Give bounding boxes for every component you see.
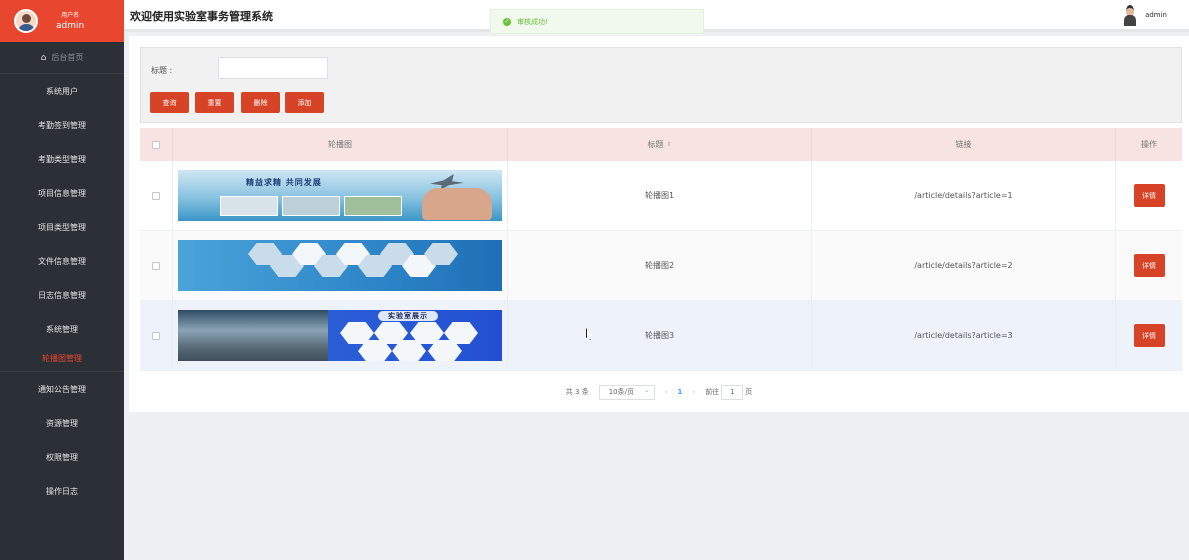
sidebar-item-label: 系统管理	[46, 324, 78, 334]
avatar	[14, 9, 38, 33]
reset-button[interactable]: 重置	[195, 92, 234, 113]
banner-caption: 实验室展示	[378, 311, 438, 321]
column-header-link: 链接	[812, 128, 1116, 161]
goto-page: 前往 1 页	[705, 384, 753, 400]
search-panel: 标题 : 查询 重置 删除 添加	[140, 47, 1182, 123]
row-link: /article/details?article=1	[812, 161, 1116, 230]
row-checkbox[interactable]	[152, 261, 160, 270]
query-button[interactable]: 查询	[150, 92, 189, 113]
table-row: 精益求精 共同发展 轮播图1 /article/details?article=…	[140, 161, 1182, 231]
sidebar-item-system-users[interactable]: 系统用户	[0, 74, 124, 108]
carousel-image	[178, 240, 502, 291]
row-title: 轮播图3	[508, 301, 812, 370]
sidebar-item-label: 通知公告管理	[38, 384, 86, 394]
sidebar-item-attendance-signin[interactable]: 考勤签到管理	[0, 108, 124, 142]
detail-button[interactable]: 详情	[1133, 184, 1165, 207]
table-row: 实验室展示 轮播图3 /article/details?article=3 详情	[140, 301, 1182, 371]
page-size-select[interactable]: 10条/页	[598, 384, 655, 400]
pagination: 共 3 条 10条/页 ‹ 1 › 前往 1 页	[129, 380, 1189, 404]
sidebar-item-operation-log[interactable]: 操作日志	[0, 474, 124, 508]
sidebar-item-carousel[interactable]: 轮播图管理	[0, 346, 124, 372]
sidebar-item-label: 权限管理	[46, 452, 78, 462]
goto-suffix: 页	[745, 388, 753, 396]
sidebar-item-label: 项目类型管理	[38, 222, 86, 232]
row-link: /article/details?article=2	[812, 231, 1116, 300]
sidebar: 用户名 admin ⌂ 后台首页 系统用户 考勤签到管理 考勤类型管理 项目信息…	[0, 0, 124, 560]
title-filter-input[interactable]	[218, 57, 328, 79]
toast-message: 审核成功!	[517, 17, 548, 26]
sidebar-item-permissions[interactable]: 权限管理	[0, 440, 124, 474]
goto-label: 前往	[705, 388, 720, 396]
sidebar-item-label: 项目信息管理	[38, 188, 86, 198]
sidebar-item-project-type[interactable]: 项目类型管理	[0, 210, 124, 244]
check-circle-icon: ✓	[503, 17, 511, 26]
prev-page-button[interactable]: ‹	[665, 388, 668, 396]
sidebar-item-label: 轮播图管理	[42, 354, 82, 363]
sidebar-item-label: 系统用户	[46, 86, 78, 96]
table-header-row: 轮播图 标题 ⇕ 链接 操作	[140, 128, 1182, 161]
user-role-label: 用户名	[61, 12, 80, 19]
carousel-image: 实验室展示	[178, 310, 502, 361]
row-checkbox[interactable]	[152, 331, 160, 340]
sidebar-item-label: 操作日志	[46, 486, 78, 496]
pagination-total: 共 3 条	[565, 388, 589, 396]
sidebar-item-label: 后台首页	[51, 53, 84, 62]
sidebar-item-home[interactable]: ⌂ 后台首页	[0, 42, 124, 74]
row-checkbox[interactable]	[152, 191, 160, 200]
sidebar-item-label: 考勤签到管理	[38, 120, 86, 130]
header-user-menu[interactable]: admin	[1123, 4, 1167, 26]
home-icon: ⌂	[40, 52, 47, 63]
title-filter-label: 标题 :	[151, 66, 173, 75]
carousel-table: 轮播图 标题 ⇕ 链接 操作 精益求精 共同发展 轮播图1 /article/d…	[140, 128, 1182, 371]
sidebar-item-project-info[interactable]: 项目信息管理	[0, 176, 124, 210]
sidebar-item-system-manage[interactable]: 系统管理	[0, 312, 124, 346]
sidebar-item-label: 资源管理	[46, 418, 78, 428]
carousel-image: 精益求精 共同发展	[178, 170, 502, 221]
user-box: 用户名 admin	[0, 0, 124, 42]
row-title: 轮播图1	[508, 161, 812, 230]
success-toast: ✓ 审核成功!	[490, 9, 704, 34]
column-header-title[interactable]: 标题 ⇕	[508, 128, 812, 161]
sidebar-item-label: 文件信息管理	[38, 256, 86, 266]
delete-button[interactable]: 删除	[241, 92, 280, 113]
header-username: admin	[1145, 11, 1167, 19]
lab-photo	[178, 310, 328, 361]
banner-caption: 精益求精 共同发展	[246, 178, 322, 187]
table-row: 轮播图2 /article/details?article=2 详情	[140, 231, 1182, 301]
row-link: /article/details?article=3	[812, 301, 1116, 370]
main-content: 标题 : 查询 重置 删除 添加 轮播图 标题 ⇕ 链接 操作 精益求精 共同发…	[129, 36, 1189, 412]
goto-page-input[interactable]: 1	[721, 384, 744, 400]
sidebar-item-resources[interactable]: 资源管理	[0, 406, 124, 440]
column-header-image: 轮播图	[172, 128, 508, 161]
row-title: 轮播图2	[508, 231, 812, 300]
add-button[interactable]: 添加	[285, 92, 324, 113]
sidebar-item-label: 考勤类型管理	[38, 154, 86, 164]
sidebar-item-file-info[interactable]: 文件信息管理	[0, 244, 124, 278]
handshake-image	[422, 188, 492, 220]
user-avatar-icon	[1123, 4, 1137, 26]
column-header-title-label: 标题	[647, 140, 664, 149]
sidebar-item-notice[interactable]: 通知公告管理	[0, 372, 124, 406]
next-page-button[interactable]: ›	[692, 388, 695, 396]
sidebar-item-log-info[interactable]: 日志信息管理	[0, 278, 124, 312]
sidebar-item-label: 日志信息管理	[38, 290, 86, 300]
select-all-checkbox[interactable]	[152, 140, 160, 149]
detail-button[interactable]: 详情	[1133, 324, 1165, 347]
column-header-action: 操作	[1141, 140, 1157, 149]
user-name: admin	[56, 21, 85, 31]
page-number-current[interactable]: 1	[678, 388, 683, 396]
page-title: 欢迎使用实验室事务管理系统	[130, 10, 273, 23]
sort-icon[interactable]: ⇕	[666, 141, 671, 148]
sidebar-item-attendance-type[interactable]: 考勤类型管理	[0, 142, 124, 176]
detail-button[interactable]: 详情	[1133, 254, 1165, 277]
